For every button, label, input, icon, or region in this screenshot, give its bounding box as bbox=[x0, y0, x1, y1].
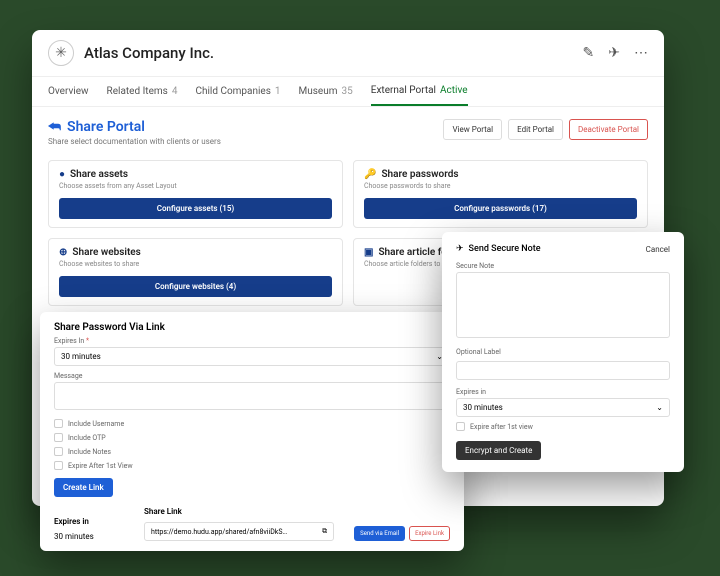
create-link-button[interactable]: Create Link bbox=[54, 478, 113, 497]
configure-passwords-button[interactable]: Configure passwords (17) bbox=[364, 198, 637, 219]
share-websites-box: ⊕Share websites Choose websites to share… bbox=[48, 238, 343, 306]
edit-portal-button[interactable]: Edit Portal bbox=[508, 119, 563, 140]
portal-subtitle: Share select documentation with clients … bbox=[48, 137, 221, 146]
result-link-header: Share Link bbox=[144, 507, 334, 516]
portal-header: ⮪ Share Portal Share select documentation… bbox=[32, 107, 664, 154]
expire-first-view-checkbox-2[interactable]: Expire after 1st view bbox=[456, 422, 670, 431]
tab-external-portal[interactable]: External PortalActive bbox=[371, 77, 468, 106]
company-name: Atlas Company Inc. bbox=[84, 44, 214, 62]
send-via-email-button[interactable]: Send via Email bbox=[354, 526, 405, 541]
expires-label-2: Expires in bbox=[456, 388, 670, 396]
globe-icon: ⊕ bbox=[59, 247, 67, 258]
cancel-button[interactable]: Cancel bbox=[646, 245, 670, 254]
more-icon[interactable]: ⋯ bbox=[634, 45, 648, 61]
tab-museum[interactable]: Museum35 bbox=[299, 77, 353, 106]
result-expires-header: Expires in bbox=[54, 517, 124, 526]
include-notes-checkbox[interactable]: Include Notes bbox=[54, 447, 450, 456]
share-assets-box: ●Share assets Choose assets from any Ass… bbox=[48, 160, 343, 228]
result-expires-value: 30 minutes bbox=[54, 532, 124, 541]
tab-child[interactable]: Child Companies1 bbox=[195, 77, 280, 106]
include-otp-checkbox[interactable]: Include OTP bbox=[54, 433, 450, 442]
tab-overview[interactable]: Overview bbox=[48, 77, 89, 106]
expires-select-2[interactable]: 30 minutes⌄ bbox=[456, 398, 670, 417]
tab-related[interactable]: Related Items4 bbox=[107, 77, 178, 106]
include-username-checkbox[interactable]: Include Username bbox=[54, 419, 450, 428]
header: ✳ Atlas Company Inc. ✎ ✈ ⋯ bbox=[32, 30, 664, 77]
portal-title: Share Portal bbox=[67, 119, 145, 135]
secure-note-input[interactable] bbox=[456, 272, 670, 338]
deactivate-portal-button[interactable]: Deactivate Portal bbox=[569, 119, 648, 140]
share-link-value: https://demo.hudu.app/shared/afn8viiDkS…… bbox=[144, 522, 334, 541]
copy-icon[interactable]: ⧉ bbox=[322, 527, 327, 536]
message-label: Message bbox=[54, 372, 450, 380]
tabs: Overview Related Items4 Child Companies1… bbox=[32, 77, 664, 107]
expires-select[interactable]: 30 minutes⌄ bbox=[54, 347, 450, 366]
share-passwords-box: 🔑Share passwords Choose passwords to sha… bbox=[353, 160, 648, 228]
share-password-modal: Share Password Via Link Expires In * 30 … bbox=[40, 312, 464, 551]
key-icon: 🔑 bbox=[364, 169, 376, 180]
paper-plane-icon: ✈ bbox=[456, 244, 464, 254]
send-icon[interactable]: ✈ bbox=[608, 45, 620, 61]
modal-title: Share Password Via Link bbox=[54, 322, 450, 333]
modal2-title: Send Secure Note bbox=[469, 244, 541, 254]
optional-label-input[interactable] bbox=[456, 361, 670, 380]
secure-note-label: Secure Note bbox=[456, 262, 670, 270]
expire-first-view-checkbox[interactable]: Expire After 1st View bbox=[54, 461, 450, 470]
folder-icon: ▣ bbox=[364, 247, 373, 258]
message-input[interactable] bbox=[54, 382, 450, 410]
expire-link-button[interactable]: Expire Link bbox=[409, 526, 450, 541]
encrypt-create-button[interactable]: Encrypt and Create bbox=[456, 441, 541, 460]
circle-icon: ● bbox=[59, 169, 65, 180]
optional-label-label: Optional Label bbox=[456, 348, 670, 356]
view-portal-button[interactable]: View Portal bbox=[443, 119, 502, 140]
configure-assets-button[interactable]: Configure assets (15) bbox=[59, 198, 332, 219]
configure-websites-button[interactable]: Configure websites (4) bbox=[59, 276, 332, 297]
expires-label: Expires In * bbox=[54, 337, 450, 345]
share-icon: ⮪ bbox=[48, 119, 61, 135]
send-secure-note-modal: ✈ Send Secure Note Cancel Secure Note Opt… bbox=[442, 232, 684, 472]
edit-icon[interactable]: ✎ bbox=[583, 45, 595, 61]
company-logo: ✳ bbox=[48, 40, 74, 66]
chevron-icon: ⌄ bbox=[656, 403, 663, 412]
